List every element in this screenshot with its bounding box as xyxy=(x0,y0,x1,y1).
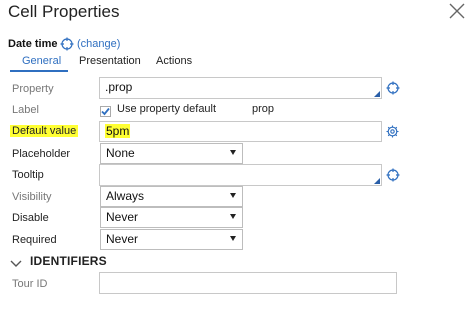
tooltip-label: Tooltip xyxy=(12,169,44,181)
visibility-select[interactable]: Always xyxy=(100,186,243,207)
dropdown-caret-icon xyxy=(230,193,236,198)
required-select[interactable]: Never xyxy=(100,229,243,250)
dropdown-caret-icon xyxy=(230,150,236,155)
label-label: Label xyxy=(12,104,39,116)
default-value-input[interactable]: 5pm xyxy=(99,121,382,142)
resize-corner-icon xyxy=(374,178,380,184)
use-property-default-checkbox[interactable] xyxy=(100,104,111,117)
label-default-text: prop xyxy=(252,103,275,115)
default-value-label: Default value xyxy=(10,125,79,137)
tab-general[interactable]: General xyxy=(20,55,63,67)
tour-id-label: Tour ID xyxy=(12,278,48,290)
tour-id-input[interactable] xyxy=(99,272,397,294)
use-property-default-label: Use property default xyxy=(117,103,217,115)
property-input[interactable]: .prop xyxy=(99,77,382,99)
property-value: .prop xyxy=(105,80,133,94)
visibility-label: Visibility xyxy=(12,191,52,203)
tab-presentation[interactable]: Presentation xyxy=(77,55,143,67)
active-tab-indicator xyxy=(10,70,68,72)
tab-actions[interactable]: Actions xyxy=(154,55,194,67)
identifiers-section-title[interactable]: IDENTIFIERS xyxy=(30,254,107,268)
placeholder-select[interactable]: None xyxy=(100,143,243,164)
disable-select-value: Never xyxy=(106,210,139,224)
required-select-value: Never xyxy=(106,232,139,246)
default-value-label-text: Default value xyxy=(10,125,79,137)
disable-select[interactable]: Never xyxy=(100,207,243,228)
crosshair-icon[interactable] xyxy=(60,37,74,51)
dropdown-caret-icon xyxy=(230,214,236,219)
placeholder-select-value: None xyxy=(106,146,135,160)
dialog-title: Cell Properties xyxy=(8,2,120,21)
close-icon[interactable] xyxy=(448,2,466,20)
property-crosshair-icon[interactable] xyxy=(386,81,400,95)
default-value-value: 5pm xyxy=(105,124,131,138)
placeholder-label: Placeholder xyxy=(12,148,71,160)
checkbox-checked-icon xyxy=(100,106,111,117)
gear-icon[interactable] xyxy=(386,125,399,138)
property-label: Property xyxy=(12,83,54,95)
tooltip-input[interactable] xyxy=(99,164,382,186)
dropdown-caret-icon xyxy=(230,236,236,241)
required-label: Required xyxy=(12,234,57,246)
resize-corner-icon xyxy=(374,91,380,97)
chevron-down-icon[interactable] xyxy=(10,256,22,267)
visibility-select-value: Always xyxy=(106,189,145,203)
tooltip-crosshair-icon[interactable] xyxy=(386,168,400,182)
datetime-label: Date time xyxy=(8,38,58,50)
disable-label: Disable xyxy=(12,212,49,224)
change-link[interactable]: (change) xyxy=(77,38,120,50)
